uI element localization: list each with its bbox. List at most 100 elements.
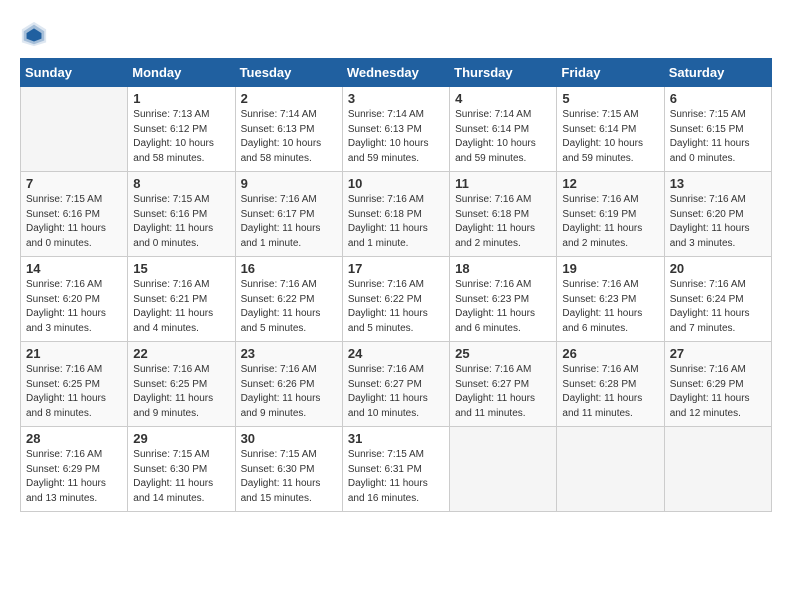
day-info: Sunrise: 7:16 AM Sunset: 6:23 PM Dayligh… xyxy=(455,278,551,336)
day-number: 9 xyxy=(241,176,337,191)
calendar-week-row: 7 Sunrise: 7:15 AM Sunset: 6:16 PM Daylig… xyxy=(21,172,772,257)
day-number: 7 xyxy=(26,176,122,191)
day-number: 20 xyxy=(670,261,766,276)
day-number: 22 xyxy=(133,346,229,361)
day-info: Sunrise: 7:16 AM Sunset: 6:19 PM Dayligh… xyxy=(562,193,658,251)
calendar-cell: 19 Sunrise: 7:16 AM Sunset: 6:23 PM Dayli… xyxy=(557,257,664,342)
weekday-header-friday: Friday xyxy=(557,59,664,87)
calendar-cell: 26Sunrise: 7:16 AM Sunset: 6:28 PM Dayli… xyxy=(557,342,664,427)
calendar-cell: 6 Sunrise: 7:15 AM Sunset: 6:15 PM Daylig… xyxy=(664,87,771,172)
day-number: 30 xyxy=(241,431,337,446)
day-number: 8 xyxy=(133,176,229,191)
day-info: Sunrise: 7:16 AM Sunset: 6:22 PM Dayligh… xyxy=(348,278,444,336)
weekday-header-tuesday: Tuesday xyxy=(235,59,342,87)
calendar-cell: 24 Sunrise: 7:16 AM Sunset: 6:27 PM Dayli… xyxy=(342,342,449,427)
day-number: 5 xyxy=(562,91,658,106)
calendar-cell: 12 Sunrise: 7:16 AM Sunset: 6:19 PM Dayli… xyxy=(557,172,664,257)
day-number: 4 xyxy=(455,91,551,106)
calendar-cell xyxy=(557,427,664,512)
day-number: 14 xyxy=(26,261,122,276)
logo xyxy=(20,20,52,48)
day-info: Sunrise: 7:14 AM Sunset: 6:14 PM Dayligh… xyxy=(455,108,551,166)
calendar-cell: 17 Sunrise: 7:16 AM Sunset: 6:22 PM Dayli… xyxy=(342,257,449,342)
day-number: 27 xyxy=(670,346,766,361)
day-info: Sunrise: 7:15 AM Sunset: 6:15 PM Dayligh… xyxy=(670,108,766,166)
day-number: 19 xyxy=(562,261,658,276)
calendar-cell: 7Sunrise: 7:15 AM Sunset: 6:16 PM Daylig… xyxy=(21,172,128,257)
weekday-header-wednesday: Wednesday xyxy=(342,59,449,87)
day-info: Sunrise: 7:16 AM Sunset: 6:25 PM Dayligh… xyxy=(26,363,122,421)
calendar-cell: 4 Sunrise: 7:14 AM Sunset: 6:14 PM Daylig… xyxy=(450,87,557,172)
calendar-cell: 31 Sunrise: 7:15 AM Sunset: 6:31 PM Dayli… xyxy=(342,427,449,512)
day-info: Sunrise: 7:16 AM Sunset: 6:20 PM Dayligh… xyxy=(26,278,122,336)
calendar-cell: 23 Sunrise: 7:16 AM Sunset: 6:26 PM Dayli… xyxy=(235,342,342,427)
day-number: 17 xyxy=(348,261,444,276)
calendar-cell: 14 Sunrise: 7:16 AM Sunset: 6:20 PM Dayli… xyxy=(21,257,128,342)
day-info: Sunrise: 7:16 AM Sunset: 6:27 PM Dayligh… xyxy=(348,363,444,421)
day-number: 28 xyxy=(26,431,122,446)
day-info: Sunrise: 7:16 AM Sunset: 6:17 PM Dayligh… xyxy=(241,193,337,251)
day-number: 31 xyxy=(348,431,444,446)
calendar-cell: 2 Sunrise: 7:14 AM Sunset: 6:13 PM Daylig… xyxy=(235,87,342,172)
calendar-cell: 25Sunrise: 7:16 AM Sunset: 6:27 PM Dayli… xyxy=(450,342,557,427)
calendar-week-row: 1Sunrise: 7:13 AM Sunset: 6:12 PM Daylig… xyxy=(21,87,772,172)
day-number: 12 xyxy=(562,176,658,191)
day-number: 15 xyxy=(133,261,229,276)
day-info: Sunrise: 7:16 AM Sunset: 6:22 PM Dayligh… xyxy=(241,278,337,336)
day-info: Sunrise: 7:14 AM Sunset: 6:13 PM Dayligh… xyxy=(348,108,444,166)
calendar-cell: 10Sunrise: 7:16 AM Sunset: 6:18 PM Dayli… xyxy=(342,172,449,257)
day-number: 13 xyxy=(670,176,766,191)
day-number: 3 xyxy=(348,91,444,106)
day-info: Sunrise: 7:15 AM Sunset: 6:30 PM Dayligh… xyxy=(241,448,337,506)
day-info: Sunrise: 7:16 AM Sunset: 6:25 PM Dayligh… xyxy=(133,363,229,421)
calendar-cell: 11 Sunrise: 7:16 AM Sunset: 6:18 PM Dayli… xyxy=(450,172,557,257)
calendar-cell: 22 Sunrise: 7:16 AM Sunset: 6:25 PM Dayli… xyxy=(128,342,235,427)
weekday-header-monday: Monday xyxy=(128,59,235,87)
day-info: Sunrise: 7:16 AM Sunset: 6:21 PM Dayligh… xyxy=(133,278,229,336)
weekday-header-row: SundayMondayTuesdayWednesdayThursdayFrid… xyxy=(21,59,772,87)
weekday-header-sunday: Sunday xyxy=(21,59,128,87)
day-info: Sunrise: 7:16 AM Sunset: 6:29 PM Dayligh… xyxy=(26,448,122,506)
calendar-cell xyxy=(664,427,771,512)
calendar-cell: 29 Sunrise: 7:15 AM Sunset: 6:30 PM Dayli… xyxy=(128,427,235,512)
day-number: 16 xyxy=(241,261,337,276)
day-info: Sunrise: 7:14 AM Sunset: 6:13 PM Dayligh… xyxy=(241,108,337,166)
day-number: 10 xyxy=(348,176,444,191)
day-number: 29 xyxy=(133,431,229,446)
day-info: Sunrise: 7:15 AM Sunset: 6:31 PM Dayligh… xyxy=(348,448,444,506)
calendar-week-row: 14 Sunrise: 7:16 AM Sunset: 6:20 PM Dayli… xyxy=(21,257,772,342)
day-number: 26 xyxy=(562,346,658,361)
calendar-cell: 21 Sunrise: 7:16 AM Sunset: 6:25 PM Dayli… xyxy=(21,342,128,427)
weekday-header-thursday: Thursday xyxy=(450,59,557,87)
calendar-cell: 1Sunrise: 7:13 AM Sunset: 6:12 PM Daylig… xyxy=(128,87,235,172)
calendar-cell: 9 Sunrise: 7:16 AM Sunset: 6:17 PM Daylig… xyxy=(235,172,342,257)
day-number: 1 xyxy=(133,91,229,106)
day-info: Sunrise: 7:16 AM Sunset: 6:23 PM Dayligh… xyxy=(562,278,658,336)
day-info: Sunrise: 7:15 AM Sunset: 6:16 PM Dayligh… xyxy=(133,193,229,251)
day-number: 11 xyxy=(455,176,551,191)
calendar-cell: 28 Sunrise: 7:16 AM Sunset: 6:29 PM Dayli… xyxy=(21,427,128,512)
day-info: Sunrise: 7:16 AM Sunset: 6:29 PM Dayligh… xyxy=(670,363,766,421)
day-info: Sunrise: 7:15 AM Sunset: 6:30 PM Dayligh… xyxy=(133,448,229,506)
day-number: 6 xyxy=(670,91,766,106)
calendar-cell: 5 Sunrise: 7:15 AM Sunset: 6:14 PM Daylig… xyxy=(557,87,664,172)
calendar-cell: 30 Sunrise: 7:15 AM Sunset: 6:30 PM Dayli… xyxy=(235,427,342,512)
weekday-header-saturday: Saturday xyxy=(664,59,771,87)
calendar-cell: 27 Sunrise: 7:16 AM Sunset: 6:29 PM Dayli… xyxy=(664,342,771,427)
day-info: Sunrise: 7:16 AM Sunset: 6:18 PM Dayligh… xyxy=(455,193,551,251)
day-info: Sunrise: 7:15 AM Sunset: 6:14 PM Dayligh… xyxy=(562,108,658,166)
calendar-cell: 15 Sunrise: 7:16 AM Sunset: 6:21 PM Dayli… xyxy=(128,257,235,342)
calendar-cell: 8 Sunrise: 7:15 AM Sunset: 6:16 PM Daylig… xyxy=(128,172,235,257)
day-number: 24 xyxy=(348,346,444,361)
day-info: Sunrise: 7:16 AM Sunset: 6:24 PM Dayligh… xyxy=(670,278,766,336)
page-header xyxy=(20,20,772,48)
day-number: 21 xyxy=(26,346,122,361)
day-number: 2 xyxy=(241,91,337,106)
day-number: 23 xyxy=(241,346,337,361)
day-number: 25 xyxy=(455,346,551,361)
calendar-table: SundayMondayTuesdayWednesdayThursdayFrid… xyxy=(20,58,772,512)
day-info: Sunrise: 7:16 AM Sunset: 6:20 PM Dayligh… xyxy=(670,193,766,251)
calendar-cell: 3 Sunrise: 7:14 AM Sunset: 6:13 PM Daylig… xyxy=(342,87,449,172)
logo-icon xyxy=(20,20,48,48)
day-info: Sunrise: 7:16 AM Sunset: 6:26 PM Dayligh… xyxy=(241,363,337,421)
